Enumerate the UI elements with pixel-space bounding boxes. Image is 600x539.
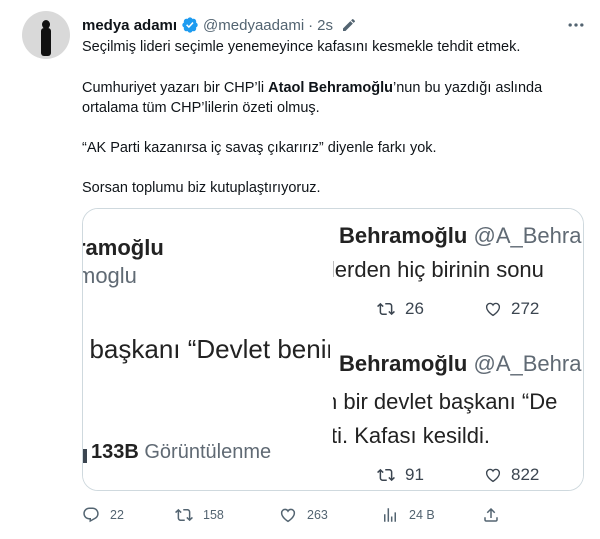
tweet-text-line-2: Cumhuriyet yazarı bir CHP’li Ataol Behra… bbox=[82, 78, 542, 98]
like-count: 822 bbox=[511, 465, 540, 484]
retweet-icon bbox=[377, 302, 395, 316]
verified-badge-icon bbox=[182, 17, 198, 33]
retweet-count: 158 bbox=[203, 508, 224, 522]
retweet-icon bbox=[377, 468, 395, 482]
avatar[interactable] bbox=[22, 11, 70, 59]
screenshot-author: Behramoğlu @A_Behra bbox=[339, 223, 581, 249]
retweet-button[interactable]: 158 bbox=[175, 503, 224, 527]
tweet-text-line-1: Seçilmiş lideri seçimle yenemeyince kafa… bbox=[82, 39, 521, 55]
share-button[interactable] bbox=[482, 503, 510, 527]
retweet-icon bbox=[175, 508, 193, 522]
screenshot-likes: 272 bbox=[483, 299, 539, 319]
screenshot-retweets: 26 bbox=[375, 299, 424, 319]
tweet: medya adamı @medyaadami · 2s Seçilmiş li… bbox=[0, 0, 600, 539]
views-chart-icon bbox=[384, 508, 396, 522]
more-options-icon[interactable] bbox=[565, 14, 587, 36]
author-handle[interactable]: @medyaadami bbox=[203, 17, 304, 34]
tweet-header: medya adamı @medyaadami · 2s bbox=[82, 14, 357, 36]
edit-pencil-icon[interactable] bbox=[341, 17, 357, 33]
heart-icon bbox=[280, 508, 296, 523]
screenshot-name: Behramoğlu bbox=[339, 223, 468, 248]
screenshot-image-bottom-right[interactable]: Behramoğlu @A_Behra n bir devlet başkanı… bbox=[333, 351, 583, 490]
avatar-figure-body bbox=[41, 28, 51, 56]
views-button[interactable]: 24 B bbox=[381, 503, 435, 527]
tweet-text-segment: Cumhuriyet yazarı bir CHP’li bbox=[82, 80, 269, 96]
like-count: 272 bbox=[511, 299, 540, 318]
screenshot-name: Behramoğlu bbox=[339, 351, 468, 376]
screenshot-image-top-right[interactable]: Behramoğlu @A_Behra ilerden hiç birinin … bbox=[333, 209, 583, 348]
tweet-actions-bar: 22 158 263 24 B bbox=[82, 503, 522, 527]
author-name[interactable]: medya adamı bbox=[82, 17, 177, 34]
like-count: 263 bbox=[307, 508, 328, 522]
share-icon bbox=[484, 507, 498, 522]
retweet-count: 26 bbox=[405, 299, 424, 318]
mentioned-name: Ataol Behramoğlu bbox=[268, 80, 394, 96]
tweet-text-segment: ’nun bu yazdığı aslında bbox=[393, 80, 543, 96]
views-count: 133B bbox=[91, 441, 139, 463]
screenshot-retweets: 91 bbox=[375, 465, 424, 485]
screenshot-image-left[interactable]: ramoğlu moglu t başkanı “Devlet benir 13… bbox=[83, 209, 330, 490]
screenshot-handle: moglu bbox=[83, 263, 137, 288]
views-bar-icon bbox=[83, 449, 87, 463]
screenshot-handle: @A_Behra bbox=[473, 351, 582, 376]
screenshot-handle: @A_Behra bbox=[473, 223, 582, 248]
views-label: Görüntülenme bbox=[144, 441, 272, 463]
tweet-text-line-5: Sorsan toplumu biz kutuplaştırıyoruz. bbox=[82, 180, 321, 196]
retweet-count: 91 bbox=[405, 465, 424, 484]
reply-icon bbox=[83, 507, 99, 523]
heart-icon bbox=[485, 468, 501, 483]
screenshot-author: Behramoğlu @A_Behra bbox=[339, 351, 581, 377]
screenshot-text: t başkanı “Devlet benir bbox=[83, 334, 330, 364]
reply-button[interactable]: 22 bbox=[82, 503, 124, 527]
screenshot-name: ramoğlu bbox=[83, 235, 164, 260]
separator-dot: · bbox=[308, 16, 314, 34]
screenshot-views: 133B Görüntülenme bbox=[91, 441, 271, 464]
like-button[interactable]: 263 bbox=[279, 503, 328, 527]
tweet-time[interactable]: 2s bbox=[317, 17, 333, 34]
heart-icon bbox=[485, 302, 501, 317]
reply-count: 22 bbox=[110, 508, 124, 522]
screenshot-likes: 822 bbox=[483, 465, 539, 485]
views-count: 24 B bbox=[409, 508, 435, 522]
attached-media[interactable]: ramoğlu moglu t başkanı “Devlet benir 13… bbox=[82, 208, 584, 491]
screenshot-text: ilerden hiç birinin sonu bbox=[333, 257, 544, 282]
tweet-text-line-4: “AK Parti kazanırsa iç savaş çıkarırız” … bbox=[82, 140, 437, 156]
screenshot-text-1: n bir devlet başkanı “De bbox=[333, 389, 558, 414]
screenshot-text-2: ti. Kafası kesildi. bbox=[333, 423, 490, 448]
tweet-text-line-3: ortalama tüm CHP’lilerin özeti olmuş. bbox=[82, 100, 320, 116]
